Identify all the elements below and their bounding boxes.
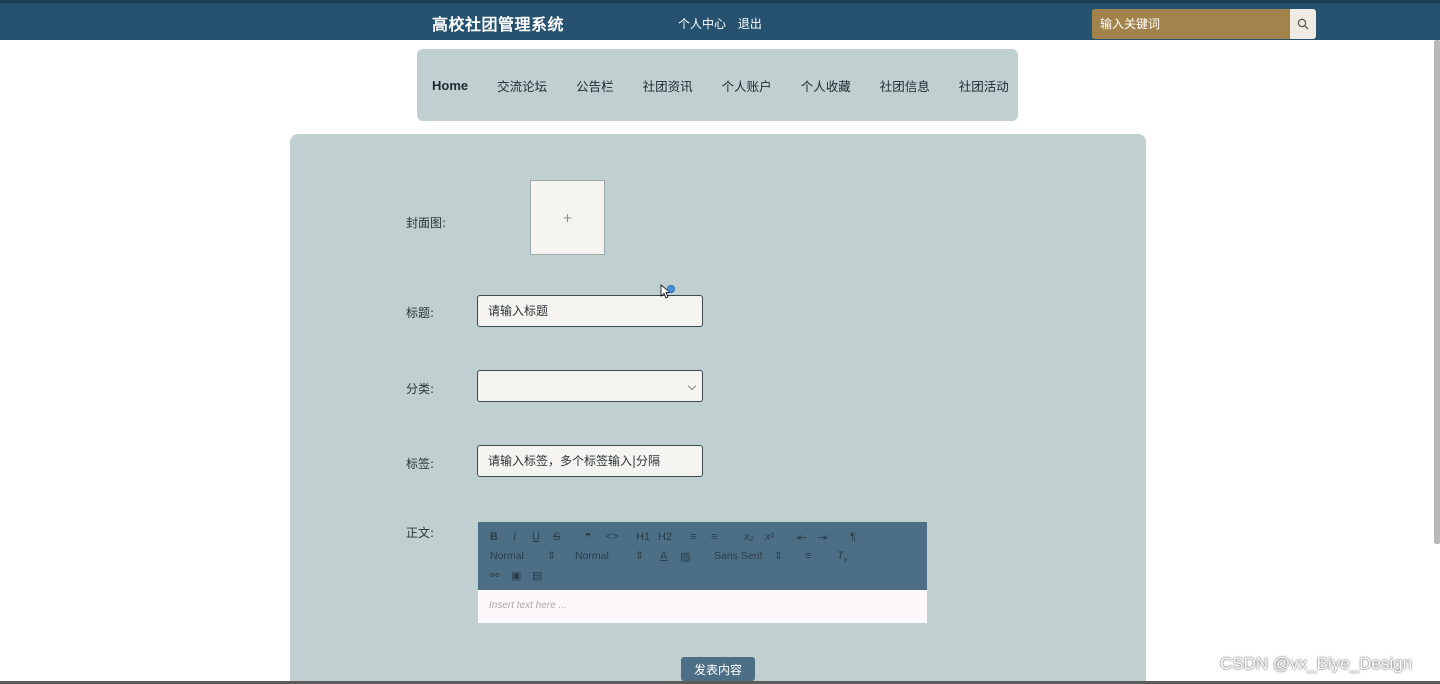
submit-button[interactable]: 发表内容 — [681, 657, 755, 681]
tags-label: 标签: — [406, 457, 435, 471]
plus-icon: + — [562, 210, 573, 225]
code-icon[interactable]: <> — [606, 531, 619, 543]
search-icon — [1297, 18, 1309, 30]
nav-home[interactable]: Home — [432, 78, 468, 93]
cover-label: 封面图: — [406, 216, 447, 230]
mouse-cursor-icon — [660, 284, 675, 299]
nav-favorites[interactable]: 个人收藏 — [801, 76, 851, 95]
tags-field — [477, 445, 703, 477]
user-links: 个人中心 退出 — [678, 15, 770, 32]
site-title: 高校社团管理系统 — [432, 15, 565, 34]
superscript-button[interactable]: x² — [765, 531, 774, 543]
category-label: 分类: — [406, 382, 435, 396]
header-select[interactable]: Normal ⇕ — [575, 550, 644, 562]
search-button[interactable] — [1290, 9, 1316, 39]
nav-club-news[interactable]: 社团资讯 — [643, 76, 693, 95]
title-label: 标题: — [406, 306, 435, 320]
clear-format-icon[interactable]: Tx — [837, 550, 847, 564]
rich-text-editor: B I U S ❞ <> H1 H2 ≡ ≡ x₂ x² ⇤ ⇥ ¶ Norma… — [478, 522, 927, 623]
italic-button[interactable]: I — [513, 531, 516, 543]
nav-club-activities[interactable]: 社团活动 — [959, 76, 1009, 95]
h1-button[interactable]: H1 — [636, 531, 650, 543]
cover-upload[interactable]: + — [530, 180, 605, 255]
top-bar: 高校社团管理系统 个人中心 退出 — [0, 0, 1440, 40]
h2-button[interactable]: H2 — [658, 531, 672, 543]
video-icon[interactable]: ▤ — [532, 569, 542, 582]
text-direction-icon[interactable]: ¶ — [850, 531, 856, 543]
personal-center-link[interactable]: 个人中心 — [678, 17, 726, 31]
nav-personal-account[interactable]: 个人账户 — [722, 76, 772, 95]
search-input[interactable] — [1092, 9, 1290, 39]
font-select[interactable]: Sans Serif ⇕ — [714, 550, 783, 562]
subscript-button[interactable]: x₂ — [744, 531, 754, 543]
watermark: CSDN @vx_Biye_Design — [1220, 654, 1413, 673]
search-box — [1092, 9, 1316, 39]
strike-button[interactable]: S — [553, 531, 560, 543]
link-icon[interactable]: ⚯ — [490, 569, 499, 582]
chevron-down-icon — [687, 381, 697, 391]
align-icon[interactable]: ≡ — [805, 550, 811, 562]
nav-forum[interactable]: 交流论坛 — [497, 76, 547, 95]
highlight-icon[interactable]: ▨ — [680, 550, 690, 563]
body-label: 正文: — [406, 526, 435, 540]
main-nav: Home 交流论坛 公告栏 社团资讯 个人账户 个人收藏 社团信息 社团活动 — [417, 49, 1018, 121]
tags-input[interactable] — [488, 454, 692, 468]
size-select[interactable]: Normal ⇕ — [490, 550, 556, 562]
editor-content[interactable]: Insert text here ... — [478, 590, 927, 623]
blockquote-icon[interactable]: ❞ — [585, 531, 591, 544]
category-select[interactable] — [477, 370, 703, 402]
editor-toolbar: B I U S ❞ <> H1 H2 ≡ ≡ x₂ x² ⇤ ⇥ ¶ Norma… — [478, 522, 927, 590]
underline-button[interactable]: U — [532, 531, 540, 543]
nav-notice-board[interactable]: 公告栏 — [576, 76, 614, 95]
bold-button[interactable]: B — [490, 531, 498, 543]
header-select-value: Normal — [575, 550, 609, 562]
ordered-list-icon[interactable]: ≡ — [690, 531, 696, 543]
indent-icon[interactable]: ⇥ — [818, 531, 827, 544]
page-scrollbar[interactable] — [1434, 40, 1440, 544]
nav-club-info[interactable]: 社团信息 — [880, 76, 930, 95]
outdent-icon[interactable]: ⇤ — [797, 531, 806, 544]
logout-link[interactable]: 退出 — [738, 17, 762, 31]
font-color-icon[interactable]: A — [660, 550, 667, 562]
font-select-value: Sans Serif — [714, 550, 763, 562]
size-select-value: Normal — [490, 550, 524, 562]
image-icon[interactable]: ▣ — [511, 569, 521, 582]
title-input[interactable] — [488, 304, 692, 318]
bullet-list-icon[interactable]: ≡ — [711, 531, 717, 543]
